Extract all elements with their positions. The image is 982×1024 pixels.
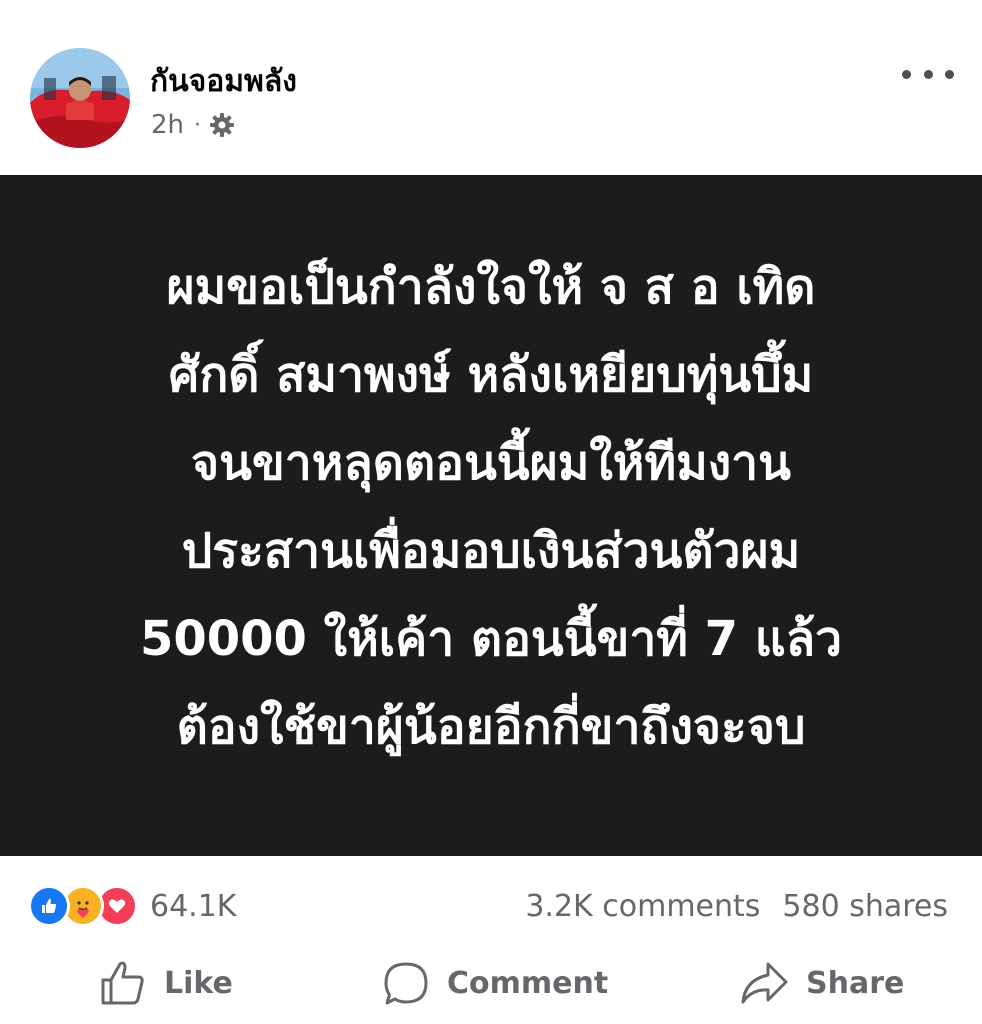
post-text-line: 50000 ให้เค้า ตอนนี้ขาที่ 7 แล้ว xyxy=(139,610,843,667)
post-actions: Like Comment Share xyxy=(0,948,982,1018)
post-text-line: ผมขอเป็นกำลังใจให้ จ ส อ เทิด xyxy=(166,258,816,315)
share-label: Share xyxy=(806,965,905,1001)
post-text-line: ศักดิ์ สมาพงษ์ หลังเหยียบทุ่นบึ้ม xyxy=(168,346,814,403)
share-arrow-icon xyxy=(741,962,788,1004)
post-stats: 64.1K 3.2K comments 580 shares xyxy=(0,870,982,940)
more-options-button[interactable] xyxy=(902,58,954,90)
reaction-count: 64.1K xyxy=(150,888,237,924)
like-button[interactable]: Like xyxy=(98,956,233,1010)
reactions-summary[interactable]: 64.1K xyxy=(28,884,236,928)
shares-count[interactable]: 580 shares xyxy=(782,889,948,924)
like-label: Like xyxy=(164,965,233,1001)
engagement-counts: 3.2K comments 580 shares xyxy=(525,884,948,928)
like-icon xyxy=(28,885,70,927)
more-dot xyxy=(902,69,911,79)
meta-separator: · xyxy=(194,112,202,138)
post-meta: 2h · xyxy=(151,107,235,143)
thumbs-up-icon xyxy=(101,961,144,1005)
comment-button[interactable]: Comment xyxy=(381,956,608,1010)
more-dot xyxy=(945,69,954,79)
post-header: กันจอมพลัง 2h · xyxy=(0,0,982,175)
avatar[interactable] xyxy=(30,48,130,148)
post-text-line: ประสานเพื่อมอบเงินส่วนตัวผม xyxy=(181,522,801,579)
comment-bubble-icon xyxy=(384,962,428,1005)
comment-label: Comment xyxy=(447,965,609,1001)
post-text: ผมขอเป็นกำลังใจให้ จ ส อ เทิด ศักดิ์ สมา… xyxy=(51,243,931,771)
share-button[interactable]: Share xyxy=(738,956,904,1010)
post-timestamp[interactable]: 2h xyxy=(151,110,184,140)
post-text-line: จนขาหลุดตอนนี้ผมให้ทีมงาน xyxy=(191,434,791,491)
post-text-line: ต้องใช้ขาผู้น้อยอีกกี่ขาถึงจะจบ xyxy=(176,698,806,755)
post-content-background[interactable]: ผมขอเป็นกำลังใจให้ จ ส อ เทิด ศักดิ์ สมา… xyxy=(0,175,982,856)
comments-count[interactable]: 3.2K comments xyxy=(525,889,760,924)
author-name[interactable]: กันจอมพลัง xyxy=(150,58,297,105)
more-dot xyxy=(923,69,933,79)
gear-icon[interactable] xyxy=(209,112,235,138)
